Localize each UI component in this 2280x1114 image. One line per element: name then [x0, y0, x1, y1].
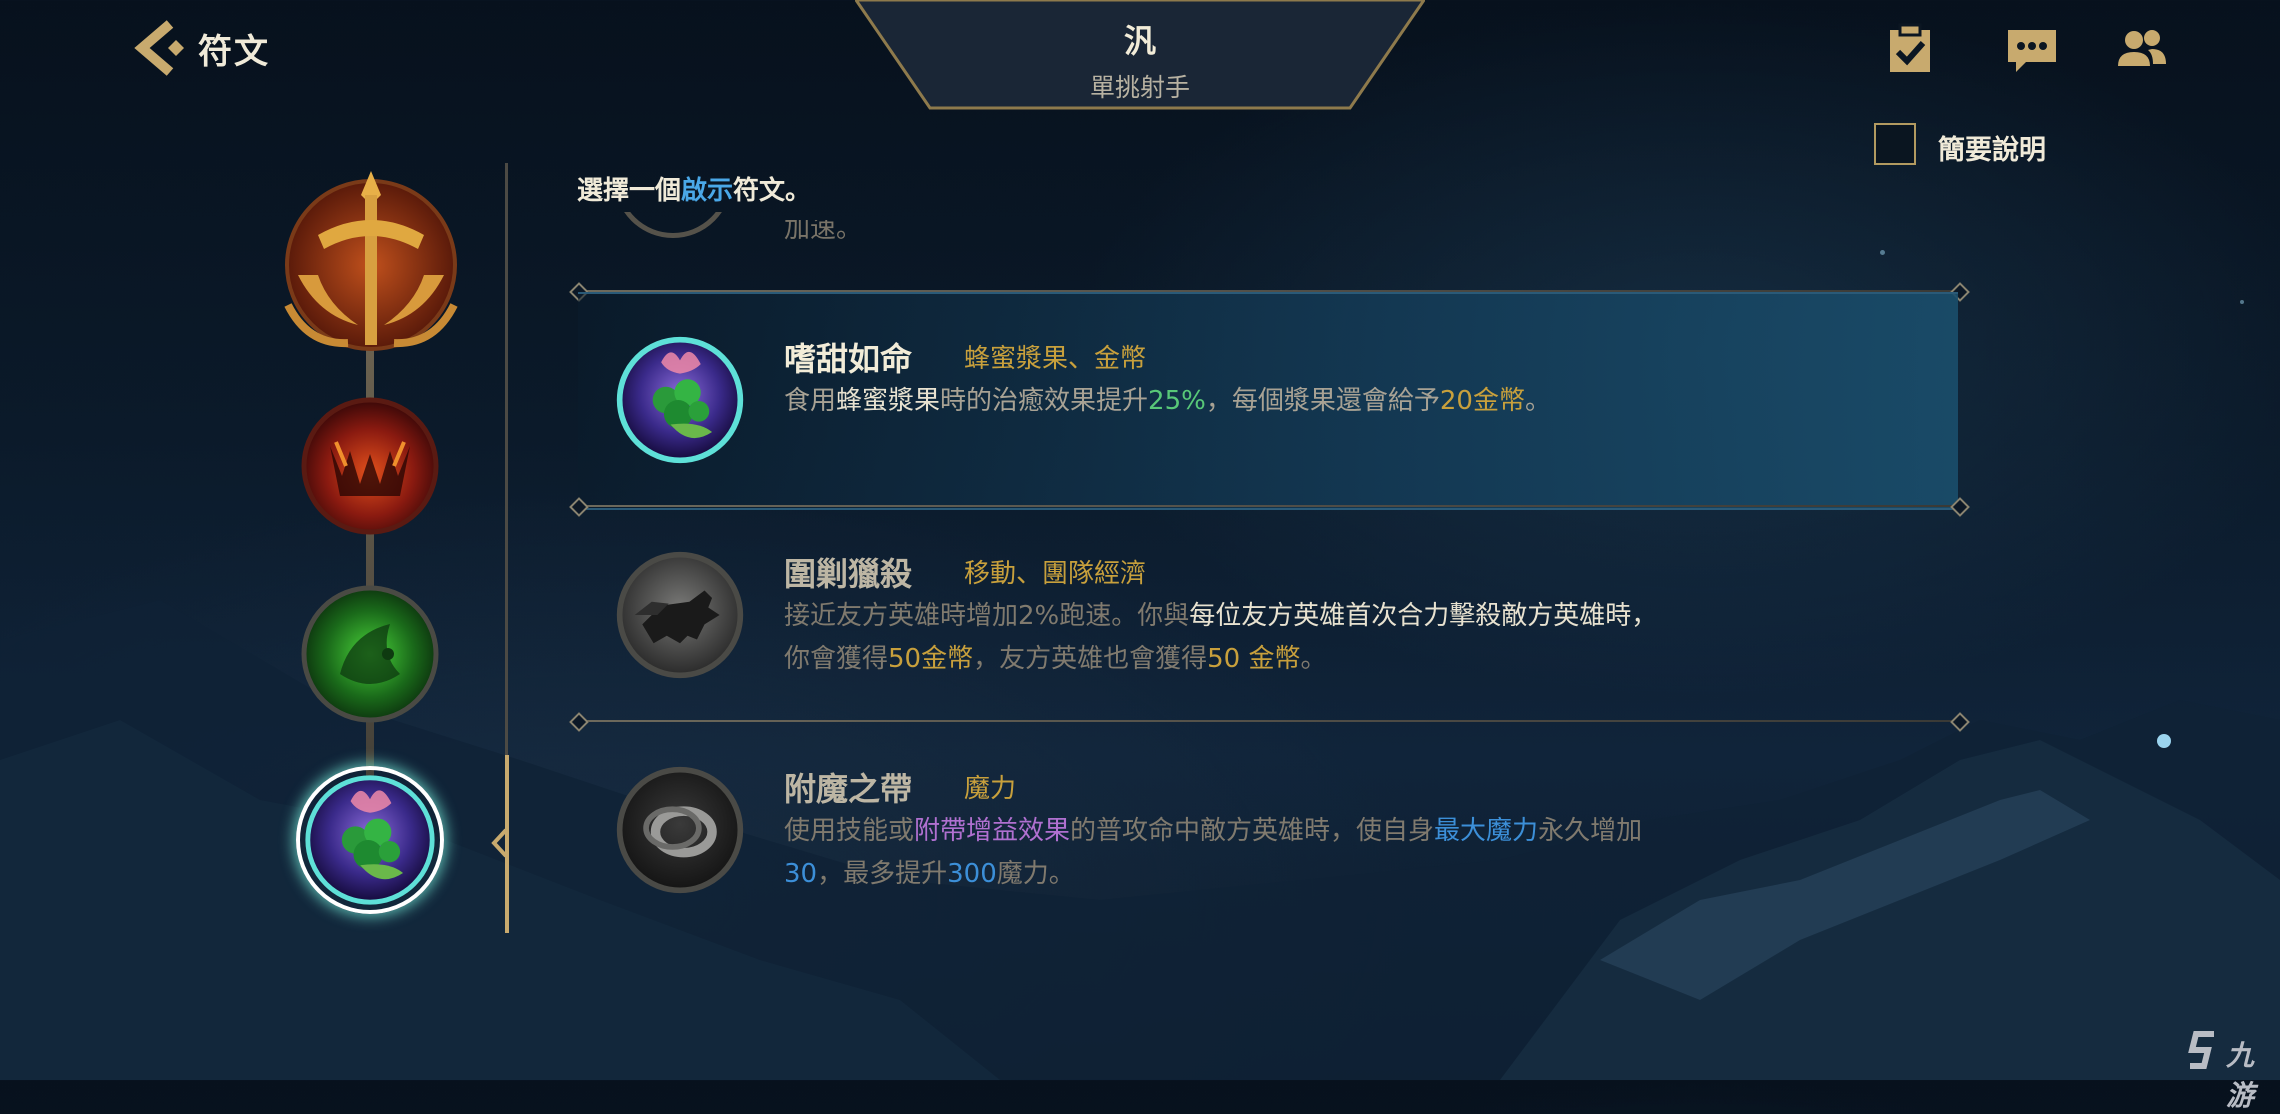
rune-tags: 魔力: [964, 774, 1017, 804]
rune-description-segment: 30: [784, 859, 818, 889]
rune-option-row[interactable]: 嗜甜如命 蜂蜜漿果、金幣 食用蜂蜜漿果時的治癒效果提升25%，每個漿果還會給予2…: [578, 292, 1958, 504]
ring-rune-icon: [616, 766, 744, 894]
rune-description-segment: ，友方英雄也會獲得: [973, 644, 1208, 674]
sorcery-rune-icon[interactable]: [300, 584, 440, 724]
rune-name: 圍剿獵殺: [784, 555, 913, 593]
rune-description-segment: 。: [1524, 386, 1551, 416]
rune-description-segment: 的普攻命中敵方英雄時，使自身: [1070, 816, 1435, 846]
keystone-rune-icon[interactable]: [278, 165, 464, 355]
rune-description-segment: 50 金幣: [1207, 644, 1301, 674]
rune-option-row[interactable]: 附魔之帶 魔力 使用技能或附帶增益效果的普攻命中敵方英雄時，使自身最大魔力永久增…: [578, 722, 1958, 934]
rune-description-segment: 蜂蜜漿果: [836, 386, 941, 416]
dessert-rune-icon: [616, 336, 744, 464]
rune-description-segment: 時的治癒效果提升: [940, 386, 1149, 416]
chat-icon[interactable]: [2004, 22, 2060, 78]
rune-description: 接近友方英雄時增加2%跑速。你與每位友方英雄首次合力擊殺敵方英雄時， 你會獲得50…: [784, 595, 1884, 681]
rune-description-segment: 最大魔力: [1434, 816, 1539, 846]
brief-description-label: 簡要說明: [1938, 135, 2046, 166]
watermark-logo-icon: [2188, 1031, 2214, 1069]
watermark-text: 九游: [2226, 1039, 2255, 1112]
rune-tags: 移動、團隊經濟: [964, 559, 1147, 589]
rune-description-segment: ，最多提升: [817, 859, 948, 889]
rune-description: 使用技能或附帶增益效果的普攻命中敵方英雄時，使自身最大魔力永久增加 30，最多提升…: [784, 810, 1884, 896]
back-chevron-icon[interactable]: [128, 18, 188, 78]
rune-description-segment: 使用技能或: [784, 816, 915, 846]
star: [2157, 734, 2171, 748]
friends-icon[interactable]: [2114, 22, 2170, 78]
rune-description-segment: 食用: [784, 386, 837, 416]
rune-description-segment: 魔力。: [996, 859, 1075, 889]
rune-name: 嗜甜如命: [784, 340, 913, 378]
rune-description-segment: 永久增加: [1538, 816, 1643, 846]
star: [1880, 250, 1885, 255]
rune-description-segment: 接近友方英雄時增加2%跑速。你與: [784, 601, 1190, 631]
champion-name: 汎: [1123, 22, 1156, 60]
domination-rune-icon[interactable]: [300, 396, 440, 536]
rune-description-segment: 你會獲得: [784, 644, 889, 674]
rune-name: 附魔之帶: [784, 770, 913, 808]
chevron-left-icon: [491, 828, 508, 858]
rune-option-row[interactable]: 圍剿獵殺 移動、團隊經濟 接近友方英雄時增加2%跑速。你與每位友方英雄首次合力擊…: [578, 507, 1958, 719]
brief-description-checkbox[interactable]: [1874, 123, 1916, 165]
selection-prompt: 選擇一個啟示符文。: [577, 176, 812, 206]
rune-description-segment: 。: [1300, 644, 1327, 674]
champion-role: 單挑射手: [1089, 73, 1190, 102]
rune-description: 食用蜂蜜漿果時的治癒效果提升25%，每個漿果還會給予20金幣。: [784, 380, 1884, 423]
rune-description-segment: 25%: [1148, 386, 1206, 416]
wolf-pack-rune-icon: [616, 551, 744, 679]
rune-description-segment: 附帶增益效果: [914, 816, 1071, 846]
star: [2240, 300, 2244, 304]
rune-description-segment: ，每個漿果還會給予: [1205, 386, 1440, 416]
checklist-icon[interactable]: [1882, 22, 1938, 78]
rune-description-segment: 每位友方英雄首次合力擊殺敵方英雄時，: [1189, 601, 1658, 631]
rune-tags: 蜂蜜漿果、金幣: [964, 344, 1147, 374]
rune-description-segment: 20金幣: [1439, 386, 1525, 416]
page-title: 符文: [198, 32, 270, 72]
inspiration-rune-icon[interactable]: [302, 772, 438, 908]
rune-description-segment: 50金幣: [888, 644, 974, 674]
rune-description-segment: 300: [947, 859, 997, 889]
